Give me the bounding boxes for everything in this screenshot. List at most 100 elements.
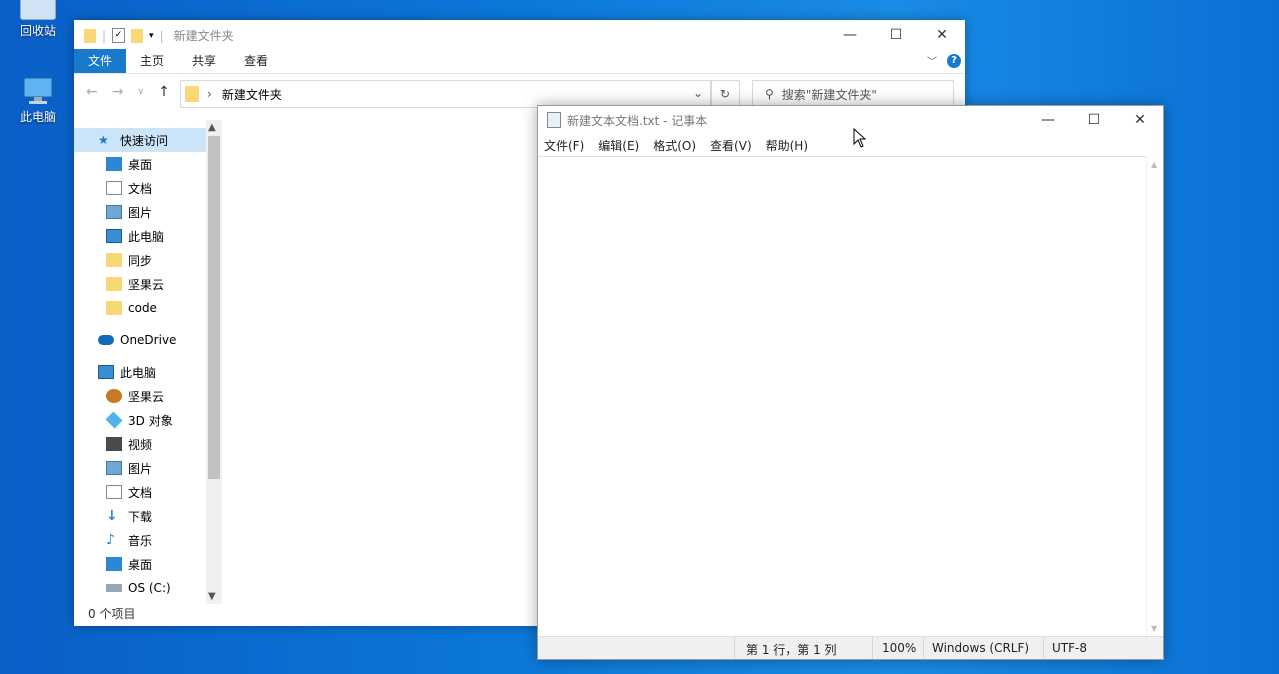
nav-label: 视频: [128, 437, 153, 452]
nav-quick-access[interactable]: ★ 快速访问: [74, 128, 222, 152]
nav-item-pictures[interactable]: 图片📌: [74, 200, 222, 224]
nav-onedrive[interactable]: OneDrive: [74, 328, 222, 352]
close-icon[interactable]: ✕: [919, 20, 965, 49]
maximize-icon[interactable]: ☐: [1071, 106, 1117, 134]
nav-label: code: [128, 301, 157, 315]
scroll-up-icon[interactable]: ▲: [1151, 160, 1157, 169]
explorer-title-bar[interactable]: | ✓ ▾ | 新建文件夹 — ☐ ✕: [74, 20, 965, 49]
menu-help[interactable]: 帮助(H): [766, 137, 808, 154]
back-icon[interactable]: ←: [86, 84, 98, 100]
address-bar[interactable]: › 新建文件夹 ⌄: [180, 80, 712, 108]
download-arrow-icon: ↓: [106, 508, 118, 524]
search-icon: ⚲: [765, 87, 774, 101]
zoom-level: 100%: [882, 641, 917, 655]
scroll-up-icon[interactable]: ▲: [208, 122, 216, 133]
menu-file[interactable]: 文件(F): [544, 137, 584, 154]
sync-folder-icon: [106, 253, 122, 267]
tab-view[interactable]: 查看: [230, 49, 282, 73]
help-icon[interactable]: ?: [947, 53, 961, 68]
desktop-icon: [106, 157, 122, 171]
folder-icon: [106, 301, 122, 315]
maximize-icon[interactable]: ☐: [873, 20, 919, 49]
search-placeholder: 搜索"新建文件夹": [781, 87, 877, 102]
menu-view[interactable]: 查看(V): [710, 137, 752, 154]
scroll-down-icon[interactable]: ▼: [1151, 624, 1157, 633]
refresh-icon[interactable]: ↻: [710, 80, 740, 108]
nav-item-videos[interactable]: 视频: [74, 432, 222, 456]
address-path[interactable]: 新建文件夹: [222, 86, 282, 103]
nav-item-desktop[interactable]: 桌面📌: [74, 152, 222, 176]
recent-locations-icon[interactable]: ∨: [137, 87, 144, 97]
nav-label: 文档: [128, 181, 153, 196]
desktop-icon-label: 此电脑: [19, 110, 56, 124]
folder-icon: [185, 86, 199, 102]
nav-label: 此电脑: [120, 365, 157, 380]
forward-icon[interactable]: →: [112, 84, 124, 100]
computer-icon: [98, 365, 114, 379]
notepad-status-bar: 第 1 行，第 1 列 100% Windows (CRLF) UTF-8: [538, 636, 1163, 659]
new-folder-icon[interactable]: [131, 28, 144, 43]
nav-item-downloads[interactable]: ↓ 下载: [74, 504, 222, 528]
text-editor[interactable]: [538, 156, 1147, 637]
desktop-icon-recycle-bin[interactable]: 回收站: [8, 0, 68, 39]
scrollbar-thumb[interactable]: [208, 136, 220, 479]
nav-label: 3D 对象: [128, 413, 173, 428]
nav-label: 桌面: [128, 557, 153, 572]
notepad-title-bar[interactable]: 新建文本文档.txt - 记事本 — ☐ ✕: [538, 106, 1163, 134]
minimize-icon[interactable]: —: [1025, 106, 1071, 134]
nav-item-sync[interactable]: 同步📌: [74, 248, 222, 272]
recycle-bin-icon: [20, 0, 56, 20]
nav-item-documents[interactable]: 文档📌: [74, 176, 222, 200]
nav-label: OneDrive: [120, 333, 177, 347]
search-input[interactable]: ⚲ 搜索"新建文件夹": [752, 80, 954, 108]
close-icon[interactable]: ✕: [1117, 106, 1163, 134]
window-title: 新建文本文档.txt - 记事本: [567, 113, 708, 128]
nav-this-pc[interactable]: 此电脑: [74, 360, 222, 384]
editor-scrollbar[interactable]: ▲ ▼: [1146, 156, 1163, 637]
nav-pane-scrollbar[interactable]: ▲ ▼: [206, 120, 222, 604]
documents-icon: [106, 485, 122, 499]
ribbon-tabs: 文件 主页 共享 查看 ﹀ ?: [74, 49, 965, 74]
nav-label: 下载: [128, 509, 153, 524]
nav-label: 快速访问: [120, 133, 169, 148]
onedrive-cloud-icon: [98, 335, 114, 345]
minimize-icon[interactable]: —: [827, 20, 873, 49]
nav-item-this-pc[interactable]: 此电脑📌: [74, 224, 222, 248]
desktop-icon-this-pc[interactable]: 此电脑: [8, 76, 68, 125]
nav-item-jianguoyun-pc[interactable]: 坚果云: [74, 384, 222, 408]
expand-ribbon-icon[interactable]: ﹀: [927, 53, 937, 68]
menu-format[interactable]: 格式(O): [653, 137, 696, 154]
pictures-icon: [106, 461, 122, 475]
chevron-down-icon[interactable]: ⌄: [693, 86, 703, 100]
chevron-right-icon[interactable]: ›: [207, 87, 212, 101]
tab-file[interactable]: 文件: [74, 49, 127, 73]
nav-item-3d-objects[interactable]: 3D 对象: [74, 408, 222, 432]
nav-label: 此电脑: [128, 229, 165, 244]
tab-share[interactable]: 共享: [178, 49, 230, 73]
nav-item-code[interactable]: code📌: [74, 296, 222, 320]
nav-item-jianguoyun[interactable]: 坚果云📌: [74, 272, 222, 296]
computer-icon: [106, 229, 122, 243]
music-note-icon: ♪: [106, 532, 115, 548]
pictures-icon: [106, 205, 122, 219]
up-icon[interactable]: ↑: [158, 84, 170, 100]
nav-item-os-drive[interactable]: OS (C:): [74, 576, 222, 600]
folder-icon: [106, 277, 122, 291]
properties-icon[interactable]: ✓: [112, 28, 126, 43]
notepad-window: 新建文本文档.txt - 记事本 — ☐ ✕ 文件(F) 编辑(E) 格式(O)…: [537, 105, 1164, 660]
line-ending: Windows (CRLF): [932, 641, 1030, 655]
customize-toolbar-icon[interactable]: ▾: [149, 31, 154, 41]
nav-item-desktop-pc[interactable]: 桌面: [74, 552, 222, 576]
nav-item-pictures-pc[interactable]: 图片: [74, 456, 222, 480]
scroll-down-icon[interactable]: ▼: [208, 591, 216, 602]
window-controls: — ☐ ✕: [827, 20, 965, 49]
menu-edit[interactable]: 编辑(E): [598, 137, 639, 154]
quick-access-toolbar: | ✓ ▾ | 新建文件夹: [84, 27, 234, 44]
nav-item-music[interactable]: ♪ 音乐: [74, 528, 222, 552]
star-icon: ★: [98, 133, 109, 147]
folder-icon: [84, 28, 96, 43]
nav-item-documents-pc[interactable]: 文档: [74, 480, 222, 504]
jianguoyun-icon: [106, 389, 122, 403]
mouse-cursor-icon: [853, 127, 867, 151]
tab-home[interactable]: 主页: [126, 49, 178, 73]
